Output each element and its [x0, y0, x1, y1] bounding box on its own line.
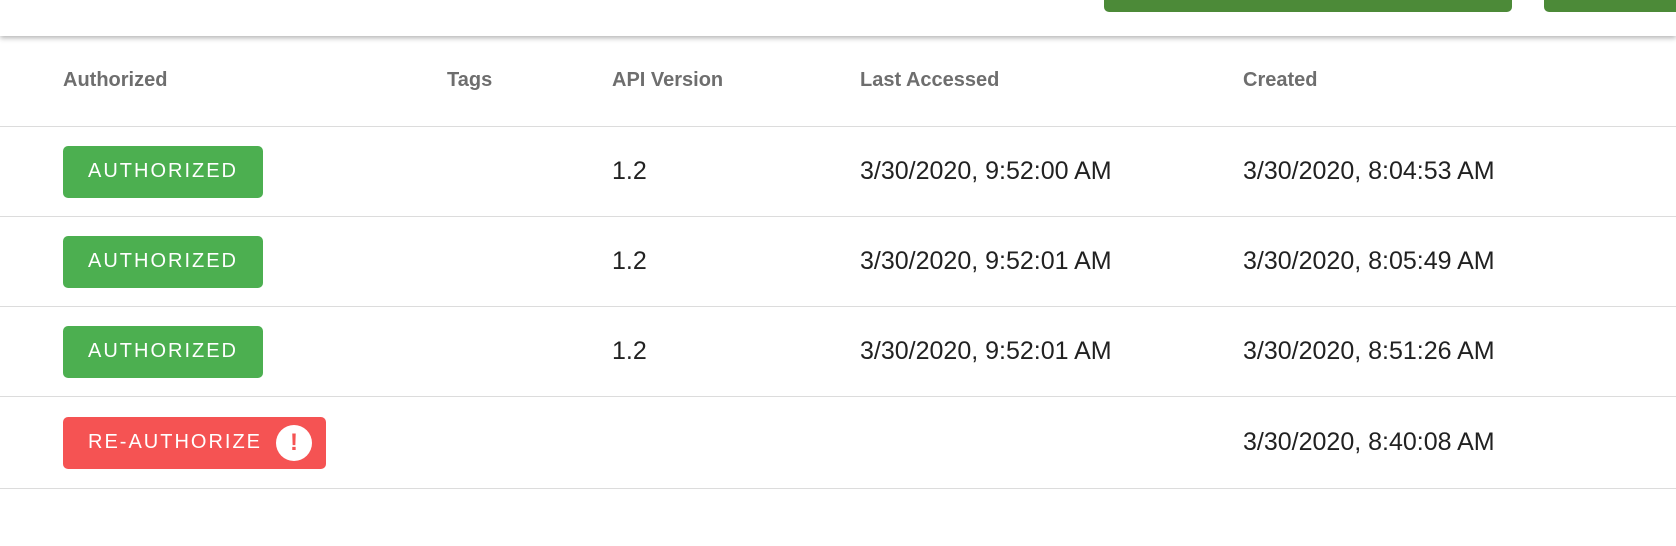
last-accessed-cell: 3/30/2020, 9:52:01 AM [860, 337, 1112, 365]
authorizations-table: Authorized Tags API Version Last Accesse… [0, 36, 1676, 489]
column-header-created[interactable]: Created [1243, 69, 1317, 92]
table-row[interactable]: RE-AUTHORIZE ! 3/30/2020, 8:40:08 AM [0, 397, 1676, 489]
status-cell: AUTHORIZED [63, 217, 263, 306]
table-row[interactable]: AUTHORIZED 1.2 3/30/2020, 9:52:01 AM 3/3… [0, 217, 1676, 307]
reauthorize-button[interactable]: RE-AUTHORIZE ! [63, 416, 326, 469]
authorized-badge[interactable]: AUTHORIZED [63, 145, 263, 198]
table-row[interactable]: AUTHORIZED 1.2 3/30/2020, 9:52:01 AM 3/3… [0, 307, 1676, 397]
toolbar-primary-button[interactable] [1104, 0, 1512, 12]
column-header-tags[interactable]: Tags [447, 69, 492, 92]
authorized-badge[interactable]: AUTHORIZED [63, 325, 263, 378]
last-accessed-cell: 3/30/2020, 9:52:00 AM [860, 157, 1112, 185]
top-toolbar [0, 0, 1676, 36]
created-cell: 3/30/2020, 8:05:49 AM [1243, 247, 1495, 275]
created-cell: 3/30/2020, 8:04:53 AM [1243, 157, 1495, 185]
authorized-badge[interactable]: AUTHORIZED [63, 235, 263, 288]
status-cell: RE-AUTHORIZE ! [63, 397, 326, 488]
table-header: Authorized Tags API Version Last Accesse… [0, 36, 1676, 127]
status-cell: AUTHORIZED [63, 307, 263, 396]
status-cell: AUTHORIZED [63, 127, 263, 216]
column-header-authorized[interactable]: Authorized [63, 69, 167, 92]
toolbar-secondary-button[interactable] [1544, 0, 1676, 12]
api-version-cell: 1.2 [612, 337, 647, 365]
last-accessed-cell: 3/30/2020, 9:52:01 AM [860, 247, 1112, 275]
api-version-cell: 1.2 [612, 157, 647, 185]
column-header-api-version[interactable]: API Version [612, 69, 723, 92]
created-cell: 3/30/2020, 8:51:26 AM [1243, 337, 1495, 365]
column-header-last-accessed[interactable]: Last Accessed [860, 69, 999, 92]
table-row[interactable]: AUTHORIZED 1.2 3/30/2020, 9:52:00 AM 3/3… [0, 127, 1676, 217]
created-cell: 3/30/2020, 8:40:08 AM [1243, 428, 1495, 456]
exclamation-icon: ! [276, 424, 312, 461]
reauthorize-label: RE-AUTHORIZE [88, 431, 262, 453]
api-version-cell: 1.2 [612, 247, 647, 275]
